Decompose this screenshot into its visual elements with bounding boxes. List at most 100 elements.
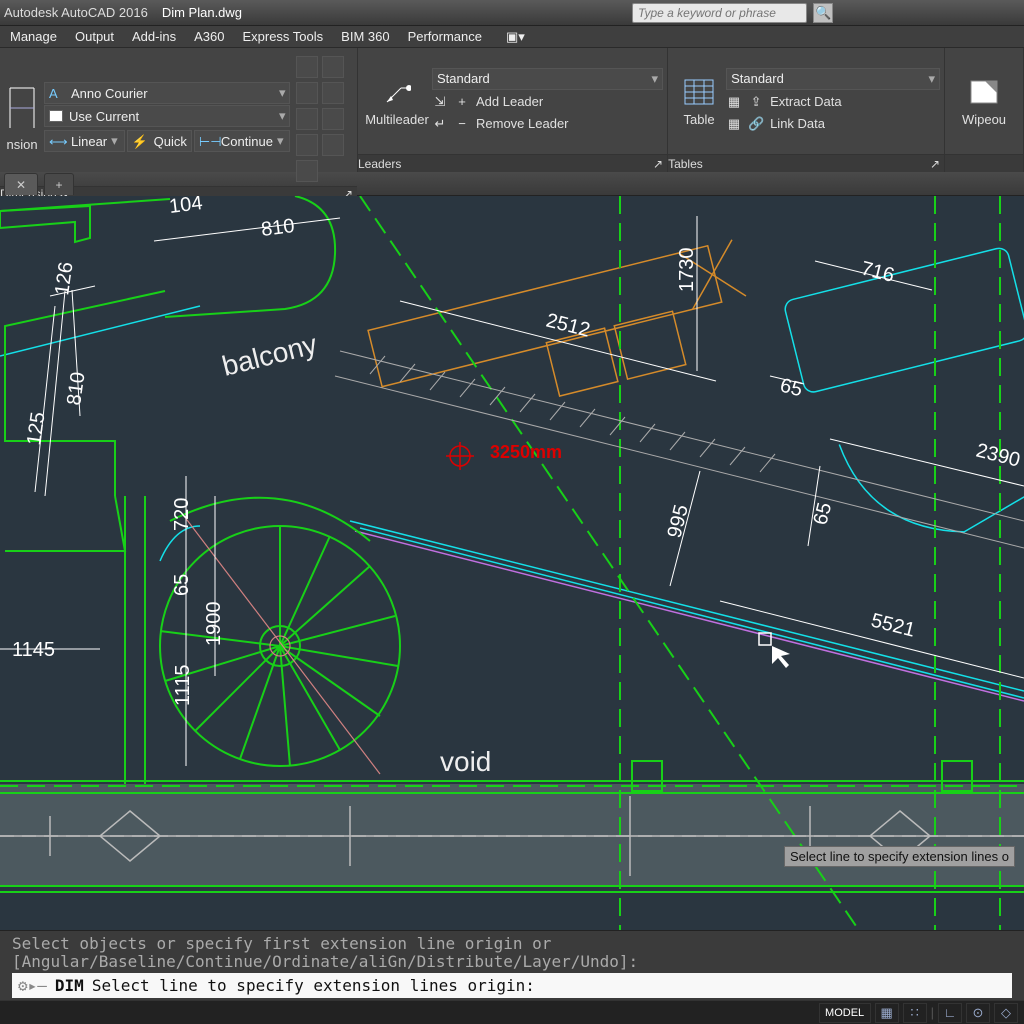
menu-item[interactable]: Manage <box>10 29 57 44</box>
extract-icon: ⇪ <box>748 94 764 110</box>
file-name: Dim Plan.dwg <box>162 5 242 20</box>
align-icon: ⇲ <box>432 94 448 110</box>
dim-tool-button[interactable] <box>296 82 318 104</box>
dimension-button[interactable]: nsion <box>4 79 40 156</box>
panel-title: Leaders↗ <box>358 154 667 172</box>
dim-tool-button[interactable] <box>322 56 344 78</box>
document-tab[interactable]: ✕ <box>4 173 38 195</box>
svg-text:3250mm: 3250mm <box>490 442 562 462</box>
table-style-dropdown[interactable]: Standard <box>726 68 940 90</box>
svg-text:1145: 1145 <box>12 639 55 661</box>
quick-icon: ⚡ <box>132 134 148 148</box>
menu-item[interactable]: Performance <box>408 29 482 44</box>
app-name: Autodesk AutoCAD 2016 <box>4 5 148 20</box>
dim-tool-button[interactable] <box>296 108 318 130</box>
command-prompt: Select line to specify extension lines o… <box>92 976 535 995</box>
command-input-line[interactable]: ⚙▸‒ DIM Select line to specify extension… <box>12 973 1012 998</box>
remove-icon: − <box>454 116 470 132</box>
ribbon-panel-dimensions: nsion AAnno Courier Use Current ⟷Linear … <box>0 48 358 172</box>
link-icon: 🔗 <box>748 116 764 132</box>
continue-button[interactable]: ⊢⊣Continue <box>194 130 291 152</box>
drawing-area[interactable]: 104 810 126 810 125 720 65 1900 1115 114… <box>0 196 1024 976</box>
link-data-button[interactable]: ▦ 🔗 Link Data <box>726 114 940 134</box>
multileader-icon <box>381 76 413 108</box>
svg-text:2512: 2512 <box>544 310 593 342</box>
wipeout-button[interactable]: Wipeou <box>949 72 1019 131</box>
svg-text:720: 720 <box>171 498 193 531</box>
svg-text:65: 65 <box>810 500 837 527</box>
ribbon-panel-tables: Table Standard ▦ ⇪ Extract Data ▦ 🔗 Link… <box>668 48 945 172</box>
svg-text:1900: 1900 <box>203 602 225 647</box>
layer-icon <box>49 110 63 122</box>
snap-toggle[interactable]: ∷ <box>903 1003 927 1023</box>
title-bar: Autodesk AutoCAD 2016 Dim Plan.dwg 🔍 <box>0 0 1024 26</box>
svg-text:1730: 1730 <box>676 248 698 293</box>
dim-tool-button[interactable] <box>322 82 344 104</box>
command-history: Select objects or specify first extensio… <box>12 935 1012 971</box>
continue-icon: ⊢⊣ <box>199 134 215 148</box>
remove-leader-button[interactable]: ↵ − Remove Leader <box>432 114 663 134</box>
new-tab-button[interactable]: + <box>44 173 74 195</box>
dim-tool-button[interactable] <box>296 160 318 182</box>
svg-text:995: 995 <box>664 503 693 541</box>
svg-text:5521: 5521 <box>869 610 918 642</box>
ribbon: nsion AAnno Courier Use Current ⟷Linear … <box>0 48 1024 172</box>
add-leader-button[interactable]: ⇲ + Add Leader <box>432 92 663 112</box>
text-style-dropdown[interactable]: AAnno Courier <box>44 82 290 104</box>
ortho-toggle[interactable]: ∟ <box>938 1003 962 1023</box>
grid-toggle[interactable]: ▦ <box>875 1003 899 1023</box>
linear-icon: ⟷ <box>49 134 65 148</box>
cell-icon: ▦ <box>726 116 742 132</box>
menu-item[interactable]: A360 <box>194 29 224 44</box>
font-icon: A <box>49 86 65 100</box>
linear-button[interactable]: ⟷Linear <box>44 130 125 152</box>
search-input[interactable] <box>632 3 807 23</box>
dim-tool-button[interactable] <box>322 134 344 156</box>
multileader-button[interactable]: Multileader <box>362 72 432 131</box>
quick-button[interactable]: ⚡Quick <box>127 130 192 152</box>
svg-text:65: 65 <box>171 574 193 596</box>
polar-toggle[interactable]: ⊙ <box>966 1003 990 1023</box>
table-icon <box>683 76 715 108</box>
dim-tool-button[interactable] <box>296 56 318 78</box>
add-icon: + <box>454 94 470 110</box>
iso-toggle[interactable]: ◇ <box>994 1003 1018 1023</box>
svg-text:125: 125 <box>23 411 49 447</box>
dimension-icon <box>6 83 38 133</box>
svg-text:104: 104 <box>168 196 204 218</box>
panel-title <box>945 154 1023 172</box>
table-button[interactable]: Table <box>672 72 726 131</box>
svg-text:balcony: balcony <box>219 328 320 381</box>
close-icon[interactable]: ✕ <box>16 178 26 192</box>
collect-icon: ↵ <box>432 116 448 132</box>
extract-data-button[interactable]: ▦ ⇪ Extract Data <box>726 92 940 112</box>
svg-text:1115: 1115 <box>172 664 194 706</box>
dim-tool-button[interactable] <box>322 108 344 130</box>
binoculars-icon[interactable]: 🔍 <box>813 3 833 23</box>
panel-title: Tables↗ <box>668 154 944 172</box>
svg-text:810: 810 <box>260 215 296 241</box>
active-command: DIM <box>55 976 84 995</box>
leader-style-dropdown[interactable]: Standard <box>432 68 663 90</box>
menu-bar: Manage Output Add-ins A360 Express Tools… <box>0 26 1024 48</box>
model-toggle[interactable]: MODEL <box>819 1003 871 1023</box>
menu-expand-icon[interactable]: ▣▾ <box>506 29 525 45</box>
svg-text:2390: 2390 <box>974 440 1023 472</box>
svg-text:716: 716 <box>859 258 897 287</box>
menu-item[interactable]: Express Tools <box>242 29 323 44</box>
svg-text:void: void <box>440 746 491 777</box>
command-gear-icon[interactable]: ⚙▸‒ <box>18 976 47 995</box>
svg-text:126: 126 <box>51 261 77 297</box>
menu-item[interactable]: Add-ins <box>132 29 176 44</box>
status-bar: MODEL ▦ ∷ | ∟ ⊙ ◇ <box>0 1000 1024 1024</box>
layer-dropdown[interactable]: Use Current <box>44 105 290 127</box>
dim-tool-button[interactable] <box>296 134 318 156</box>
command-line-area: Select objects or specify first extensio… <box>0 930 1024 1000</box>
svg-text:810: 810 <box>63 371 89 407</box>
cell-icon: ▦ <box>726 94 742 110</box>
menu-item[interactable]: Output <box>75 29 114 44</box>
ribbon-panel-wipeout: Wipeou <box>945 48 1024 172</box>
cursor-tooltip: Select line to specify extension lines o <box>784 846 1015 867</box>
wipeout-icon <box>968 76 1000 108</box>
menu-item[interactable]: BIM 360 <box>341 29 389 44</box>
